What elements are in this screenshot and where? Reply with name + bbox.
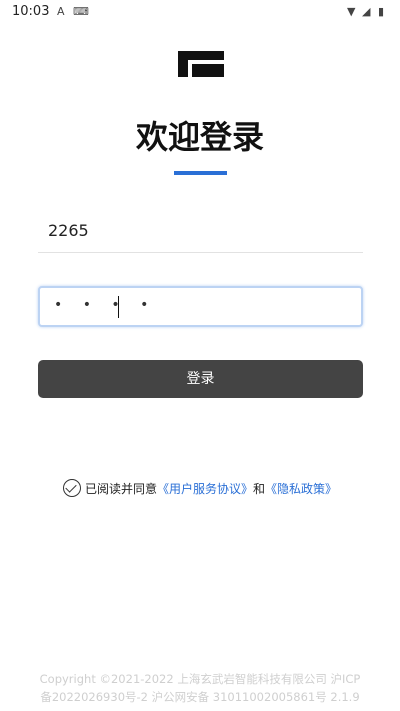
account-value: 2265 [48, 221, 89, 240]
a-icon: A [57, 5, 65, 18]
password-input[interactable]: • • • • [38, 286, 363, 327]
footer-copyright: Copyright ©2021-2022 上海玄武岩智能科技有限公司 沪ICP … [0, 670, 400, 706]
user-agreement-link[interactable]: 《用户服务协议》 [157, 482, 253, 496]
login-button[interactable]: 登录 [38, 360, 363, 398]
signal-icon: ◢ [362, 5, 371, 18]
wifi-icon: ▼ [347, 5, 356, 18]
page-title: 欢迎登录 [135, 118, 264, 156]
agreement-prefix: 已阅读并同意 [84, 482, 157, 496]
footer-line-1: Copyright ©2021-2022 上海玄武岩智能科技有限公司 沪ICP [39, 672, 361, 686]
title-underline [174, 171, 227, 175]
keyboard-icon: ⌨ [73, 5, 89, 18]
account-input[interactable]: 2265 [38, 212, 363, 253]
status-time: 10:03 [12, 4, 50, 19]
password-mask: • • • • [54, 297, 157, 313]
text-caret [118, 296, 119, 318]
agreement-and: 和 [253, 482, 266, 496]
footer-line-2: 备2022026930号-2 沪公网安备 31011002005861号 2.1… [40, 690, 360, 704]
privacy-policy-link[interactable]: 《隐私政策》 [265, 482, 337, 496]
battery-icon: ▮ [378, 5, 385, 18]
status-bar: 10:03 A ⌨ ▼ ◢ ▮ [0, 0, 400, 24]
agreement-checkbox[interactable] [62, 479, 81, 497]
app-logo [178, 51, 224, 77]
agreement-row: 已阅读并同意《用户服务协议》和《隐私政策》 [0, 479, 400, 497]
